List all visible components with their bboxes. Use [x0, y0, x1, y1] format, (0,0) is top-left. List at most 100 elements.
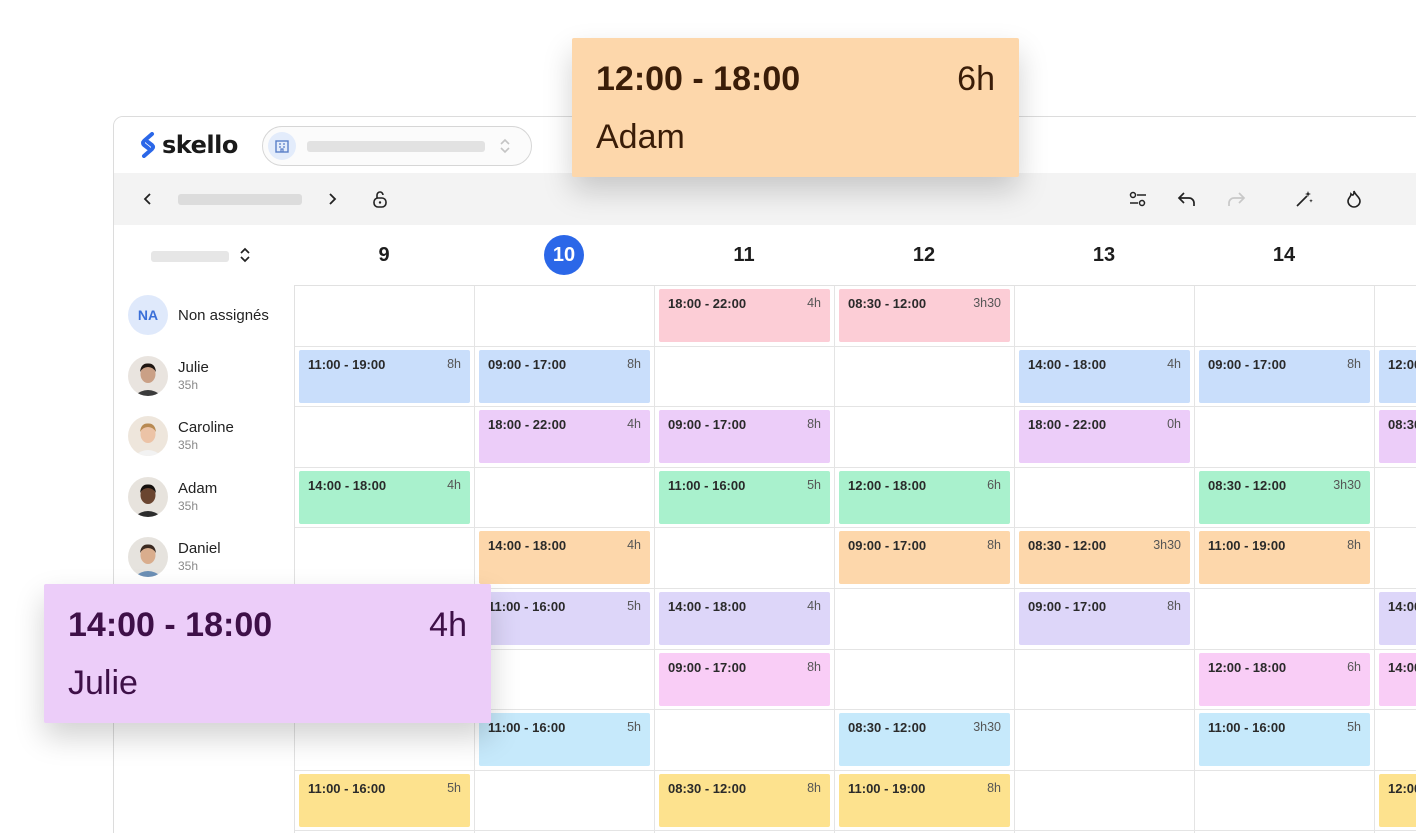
shift-time: 09:00 - 17:00 — [668, 659, 747, 675]
previous-week-button[interactable] — [133, 184, 163, 214]
logo-text: skello — [162, 131, 238, 159]
shift-card[interactable]: 11:00 - 19:00 8h — [299, 349, 470, 403]
unlock-icon — [373, 191, 387, 208]
grid-column-divider — [834, 286, 835, 833]
grid-column-divider — [654, 286, 655, 833]
day-header-9[interactable]: 9 — [294, 225, 474, 285]
grid-row-divider — [295, 466, 1416, 468]
shift-card[interactable]: 09:00 - 17:00 8h — [659, 410, 830, 464]
day-header-14[interactable]: 14 — [1194, 225, 1374, 285]
grid-row-divider — [295, 830, 1416, 832]
shift-time: 09:00 - 17:00 — [848, 538, 927, 554]
shift-duration: 5h — [447, 780, 461, 795]
shift-card[interactable]: 08:30 - 12:00 3h30 — [839, 713, 1010, 767]
shift-card[interactable]: 18:00 - 22:00 0h — [1019, 410, 1190, 464]
popup-employee-name: Julie — [68, 664, 138, 702]
shift-card[interactable]: 12:00 — [1379, 773, 1416, 827]
shift-card[interactable]: 09:00 - 17:00 8h — [479, 349, 650, 403]
smart-planner-button[interactable] — [1289, 184, 1319, 214]
shift-card[interactable]: 14:00 — [1379, 592, 1416, 645]
shift-card[interactable]: 14:00 - 18:00 4h — [299, 470, 470, 524]
shift-card[interactable]: 09:00 - 17:00 8h — [839, 531, 1010, 585]
shift-card[interactable]: 12:00 — [1379, 349, 1416, 403]
sort-chevron-icon[interactable] — [239, 245, 251, 265]
chevron-left-icon — [143, 193, 151, 205]
day-number: 12 — [912, 243, 936, 266]
shift-card[interactable]: 14:00 - 18:00 4h — [659, 592, 830, 645]
employee-row-julie[interactable]: Julie 35h — [128, 346, 294, 406]
shift-card[interactable]: 08:30 - 12:00 3h30 — [839, 289, 1010, 342]
shift-card[interactable]: 08:30 — [1379, 410, 1416, 464]
shift-card[interactable]: 14:00 - 18:00 4h — [1019, 349, 1190, 403]
toolbar — [114, 173, 1416, 225]
shift-time: 14:00 - 18:00 — [1028, 356, 1107, 372]
shift-time: 08:30 - 12:00 — [848, 720, 927, 736]
shift-card[interactable]: 14:00 — [1379, 652, 1416, 706]
undo-button[interactable] — [1172, 184, 1202, 214]
shift-card[interactable]: 11:00 - 16:00 5h — [299, 773, 470, 827]
shift-card[interactable]: 14:00 - 18:00 4h — [479, 531, 650, 585]
updown-chevron-icon — [500, 138, 510, 154]
site-selector[interactable] — [262, 126, 532, 166]
grid-column-divider — [474, 286, 475, 833]
shift-duration: 0h — [1167, 417, 1181, 432]
lock-week-button[interactable] — [365, 184, 395, 214]
shift-card[interactable]: 09:00 - 17:00 8h — [1019, 592, 1190, 645]
next-week-button[interactable] — [317, 184, 347, 214]
shift-time: 11:00 - 16:00 — [488, 599, 566, 614]
undo-icon — [1177, 192, 1195, 206]
shift-time: 18:00 - 22:00 — [488, 417, 567, 433]
employee-row-daniel[interactable]: Daniel 35h — [128, 527, 294, 587]
shift-duration: 8h — [807, 780, 821, 795]
day-header-10[interactable]: 10 — [474, 225, 654, 285]
shift-duration: 4h — [627, 538, 641, 553]
popup-employee-name: Adam — [596, 118, 685, 156]
shift-card[interactable]: 08:30 - 12:00 3h30 — [1019, 531, 1190, 585]
grid-row-divider — [295, 769, 1416, 771]
shift-card[interactable]: 09:00 - 17:00 8h — [659, 652, 830, 706]
shift-time: 09:00 - 17:00 — [1028, 599, 1107, 614]
shift-duration: 5h — [627, 720, 641, 735]
shift-time: 11:00 - 19:00 — [1208, 538, 1286, 554]
shift-time: 09:00 - 17:00 — [668, 417, 747, 433]
shift-card[interactable]: 11:00 - 16:00 5h — [1199, 713, 1370, 767]
shift-card[interactable]: 18:00 - 22:00 4h — [659, 289, 830, 342]
day-header-13[interactable]: 13 — [1014, 225, 1194, 285]
employee-row-non-assign-s[interactable]: NA Non assignés — [128, 285, 294, 345]
avatar — [128, 537, 168, 578]
sort-selector-placeholder[interactable] — [151, 251, 229, 262]
employee-row-adam[interactable]: Adam 35h — [128, 467, 294, 527]
dragged-shift-adam[interactable]: 12:00 - 18:00 6h Adam — [572, 38, 1019, 177]
shift-card[interactable]: 11:00 - 16:00 5h — [659, 470, 830, 524]
shift-time: 14:00 — [1388, 599, 1416, 614]
shift-time: 11:00 - 16:00 — [668, 477, 746, 493]
shift-duration: 8h — [627, 356, 641, 371]
shift-duration: 4h — [807, 599, 821, 613]
shift-card[interactable]: 11:00 - 19:00 8h — [1199, 531, 1370, 585]
day-header-11[interactable]: 11 — [654, 225, 834, 285]
shift-card[interactable]: 09:00 - 17:00 8h — [1199, 349, 1370, 403]
shift-card[interactable]: 08:30 - 12:00 3h30 — [1199, 470, 1370, 524]
shift-card[interactable]: 11:00 - 16:00 5h — [479, 713, 650, 767]
employee-hours: 35h — [178, 498, 199, 513]
shift-card[interactable]: 18:00 - 22:00 4h — [479, 410, 650, 464]
grid-column-divider — [1014, 286, 1015, 833]
grid-column-divider — [1374, 286, 1375, 833]
employee-info: Adam 35h — [178, 479, 217, 515]
shift-card[interactable]: 11:00 - 16:00 5h — [479, 592, 650, 645]
shift-card[interactable]: 12:00 - 18:00 6h — [839, 470, 1010, 524]
redo-button[interactable] — [1221, 184, 1251, 214]
shift-duration: 8h — [807, 659, 821, 674]
skello-logo[interactable]: skello — [140, 131, 238, 159]
day-header-12[interactable]: 12 — [834, 225, 1014, 285]
shift-duration: 6h — [1347, 659, 1361, 674]
shift-card[interactable]: 08:30 - 12:00 8h — [659, 773, 830, 827]
shift-card[interactable]: 12:00 - 18:00 6h — [1199, 652, 1370, 706]
dragged-shift-julie[interactable]: 14:00 - 18:00 4h Julie — [44, 584, 491, 723]
activity-button[interactable] — [1339, 184, 1369, 214]
employee-row-caroline[interactable]: Caroline 35h — [128, 406, 294, 466]
shift-duration: 8h — [987, 538, 1001, 553]
employee-info: Julie 35h — [178, 358, 209, 394]
shift-card[interactable]: 11:00 - 19:00 8h — [839, 773, 1010, 827]
filters-button[interactable] — [1123, 184, 1153, 214]
